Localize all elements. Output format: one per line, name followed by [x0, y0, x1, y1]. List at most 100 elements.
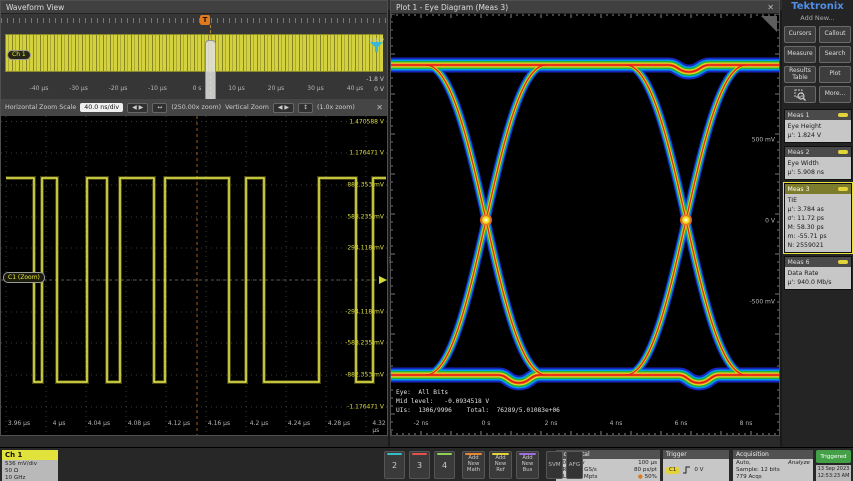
trigger-edge-icon: [682, 465, 691, 475]
eye-x-tick: 8 ns: [740, 420, 753, 427]
zoom-toolbar: Horizontal Zoom Scale 40.0 ns/div ◀ ▶ ↔ …: [1, 99, 387, 116]
zoom-x-tick: 4 µs: [53, 420, 66, 427]
trigger-position-icon[interactable]: T: [200, 15, 210, 25]
cursors-button[interactable]: Cursors: [784, 26, 816, 43]
eye-diagram-titlebar[interactable]: Plot 1 - Eye Diagram (Meas 3) ✕: [391, 1, 779, 14]
h-zoom-readout: (250.00x zoom): [171, 104, 221, 111]
bottom-settings-bar: Ch 1 536 mV/div50 Ω10 GHz Horizontal 10 …: [0, 447, 853, 481]
eye-y-tick: 500 mV: [752, 137, 775, 144]
zoom-close-icon[interactable]: ✕: [376, 103, 383, 112]
overview-x-tick: -40 µs: [30, 85, 49, 92]
zoomed-waveform-svg: [1, 116, 387, 435]
channel-button-2[interactable]: 2: [384, 451, 405, 479]
divider-grip-left[interactable]: ⋮: [386, 258, 389, 272]
zoom-x-tick: 4.12 µs: [168, 420, 190, 427]
search-button[interactable]: Search: [819, 46, 851, 63]
zoom-y-tick: 1.470588 V: [349, 118, 384, 125]
add-new-math-button[interactable]: Add New Math: [462, 451, 485, 479]
v-zoom-step-buttons[interactable]: ◀ ▶: [273, 103, 294, 113]
overview-x-tick: -10 µs: [148, 85, 167, 92]
measurement-id: Meas 2: [788, 149, 810, 156]
window-divider-left[interactable]: [388, 11, 390, 447]
h-zoom-scale-value[interactable]: 40.0 ns/div: [80, 103, 123, 112]
h-zoom-step-buttons[interactable]: ◀ ▶: [127, 103, 148, 113]
waveform-view-titlebar[interactable]: Waveform View: [1, 1, 387, 14]
zoom-x-tick: 3.96 µs: [8, 420, 30, 427]
eye-diagram-plot[interactable]: Eye: All Bits Mid level: -0.0934518 V UI…: [391, 14, 779, 435]
zoom-y-tick: 882.353 mV: [347, 182, 384, 189]
acquisition-panel[interactable]: Acquisition Auto,AnalyzeSample: 12 bits7…: [733, 450, 813, 481]
acquisition-row: 779 Acqs: [736, 474, 810, 481]
zoom-channel-badge[interactable]: C1 (Zoom): [3, 272, 45, 283]
measurement-value: σ': 11.72 ps: [788, 214, 848, 223]
measurement-body: Data Rateµ': 940.0 Mb/s: [785, 267, 851, 289]
overview-channel-badge[interactable]: Ch 1: [7, 50, 31, 60]
triggered-status-button[interactable]: Triggered: [816, 450, 851, 463]
channel-button-3[interactable]: 3: [409, 451, 430, 479]
afg-button[interactable]: AFG: [566, 451, 583, 479]
acquisition-row: Sample: 12 bits: [736, 467, 810, 474]
callout-button[interactable]: Callout: [819, 26, 851, 43]
zoom-y-tick: 588.235 mV: [347, 214, 384, 221]
acquisition-title: Acquisition: [733, 450, 813, 459]
measurement-source-pill: [838, 187, 848, 191]
acquisition-cell: 779 Acqs: [736, 474, 762, 481]
eye-y-tick: 0 V: [765, 218, 775, 225]
trigger-panel[interactable]: Trigger C1 0 V: [663, 450, 729, 481]
svm-button[interactable]: SVM: [546, 451, 563, 479]
eye-diagram-title: Plot 1 - Eye Diagram (Meas 3): [396, 3, 508, 12]
add-new-ref-button[interactable]: Add New Ref: [489, 451, 512, 479]
eye-resize-handle[interactable]: [761, 16, 777, 32]
add-new-bus-button[interactable]: Add New Bus: [516, 451, 539, 479]
results-table-button[interactable]: Results Table: [784, 66, 816, 83]
measurement-badge-meas-2[interactable]: Meas 2Eye Widthµ': 5.908 ns: [784, 146, 852, 180]
eye-y-tick: -500 mV: [750, 299, 775, 306]
trigger-source-badge: C1: [666, 467, 679, 474]
eye-x-tick: 2 ns: [545, 420, 558, 427]
zoom-x-tick: 4.28 µs: [328, 420, 350, 427]
tektronix-logo: Tektronix: [782, 1, 853, 12]
draw-a-box-button[interactable]: [784, 86, 816, 103]
oscilloscope-app: FileEditApplicationsUtilityHelp Waveform…: [0, 0, 853, 481]
zoom-x-tick: 4.24 µs: [288, 420, 310, 427]
measurement-header: Meas 3: [785, 184, 851, 194]
trigger-level: 0 V: [694, 467, 703, 474]
zoomed-waveform-plot[interactable]: C1 (Zoom) 3.96 µs 4 µs 4.04 µs 4.08 µs 4.12 …: [1, 116, 387, 435]
measurement-body: Eye Heightµ': 1.824 V: [785, 120, 851, 142]
measurement-badge-meas-1[interactable]: Meas 1Eye Heightµ': 1.824 V: [784, 109, 852, 143]
zoom-x-tick: 4.08 µs: [128, 420, 150, 427]
acquisition-settings: Auto,AnalyzeSample: 12 bits779 Acqs: [733, 459, 813, 481]
filter-funnel-icon[interactable]: [370, 38, 383, 57]
overview-x-tick: 20 µs: [268, 85, 285, 92]
measurement-badge-meas-6[interactable]: Meas 6Data Rateµ': 940.0 Mb/s: [784, 256, 852, 290]
measurement-header: Meas 6: [785, 257, 851, 267]
waveform-overview[interactable]: Ch 1 T -40 µs-30 µs-20 µs-10 µs0 s10 µs2…: [1, 14, 387, 99]
zoom-y-tick: 294.118 mV: [347, 245, 384, 252]
acquisition-cell: Sample: 12 bits: [736, 467, 780, 474]
horizontal-cell: 100 µs: [638, 460, 657, 467]
channel1-badge[interactable]: Ch 1 536 mV/div50 Ω10 GHz: [2, 450, 58, 481]
measurement-id: Meas 1: [788, 112, 810, 119]
v-zoom-reset-button[interactable]: ↕: [298, 103, 313, 113]
overview-y-bottom-label: -1.8 V: [366, 76, 384, 83]
measure-button[interactable]: Measure: [784, 46, 816, 63]
measurement-value: m: -55.71 ps: [788, 232, 848, 241]
channel-color-stripe: [387, 453, 402, 455]
channel1-setting-line: 10 GHz: [5, 475, 55, 481]
plot-button[interactable]: Plot: [819, 66, 851, 83]
measurement-source-pill: [838, 260, 848, 264]
measurement-value: M: 58.30 ps: [788, 223, 848, 232]
h-zoom-scale-label: Horizontal Zoom Scale: [5, 104, 76, 111]
time-label: 12:53:23 AM: [816, 473, 851, 480]
measurement-badge-meas-3[interactable]: Meas 3TIEµ': 3.784 asσ': 11.72 psM: 58.3…: [784, 183, 852, 253]
eye-diagram-window: Plot 1 - Eye Diagram (Meas 3) ✕ Eye: All…: [390, 0, 780, 436]
acquisition-row: Auto,Analyze: [736, 460, 810, 467]
h-zoom-reset-button[interactable]: ↔: [152, 103, 167, 113]
overview-x-tick: -20 µs: [109, 85, 128, 92]
eye-diagram-close-icon[interactable]: ✕: [767, 3, 774, 12]
zoom-x-tick: 4.04 µs: [88, 420, 110, 427]
channel-button-4[interactable]: 4: [434, 451, 455, 479]
more--button[interactable]: More...: [819, 86, 851, 103]
zoom-x-tick: 4.2 µs: [250, 420, 268, 427]
measurement-badge-stack: Meas 1Eye Heightµ': 1.824 VMeas 2Eye Wid…: [782, 109, 853, 290]
